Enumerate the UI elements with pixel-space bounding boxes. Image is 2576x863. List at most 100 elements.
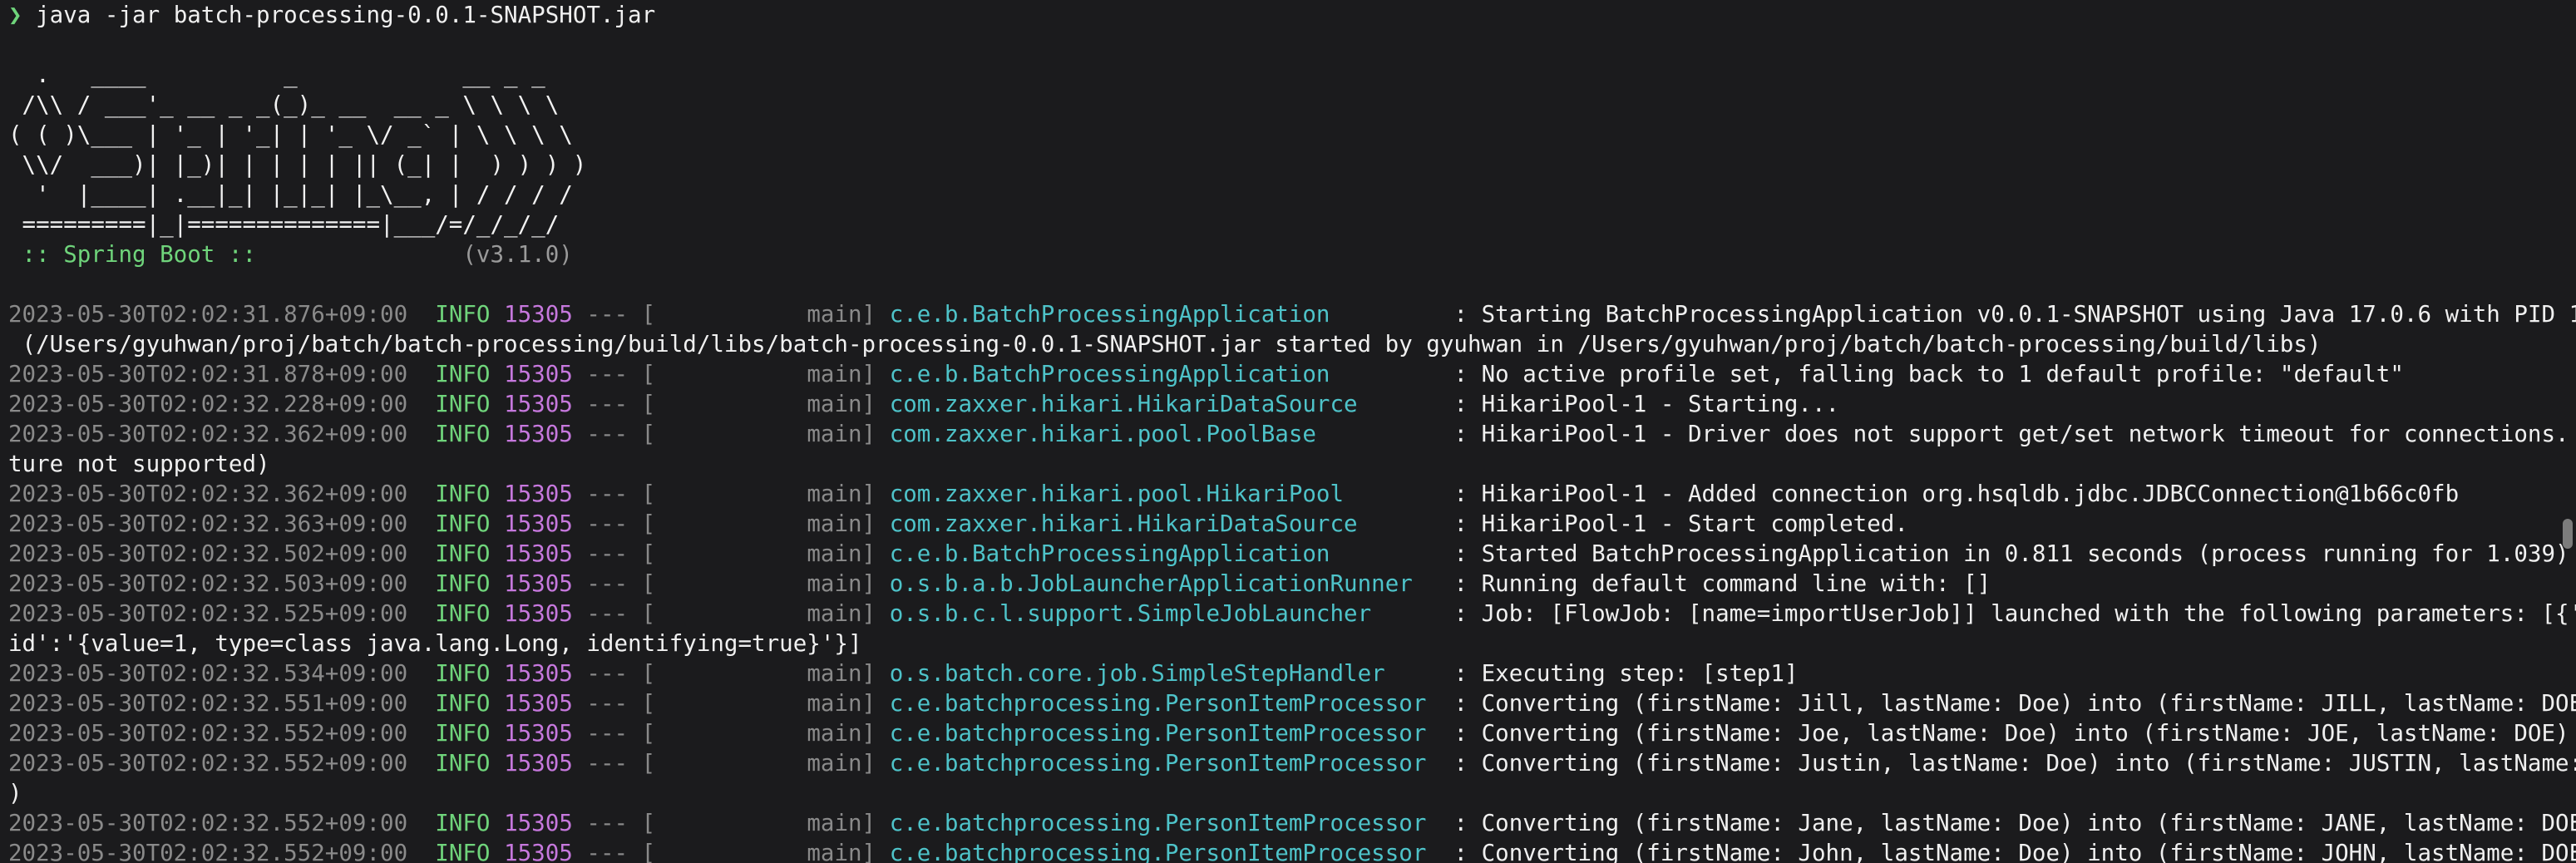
log-thread: [ main]	[641, 840, 876, 863]
log-thread: [ main]	[641, 720, 876, 747]
log-logger-name: c.e.batchprocessing.PersonItemProcessor	[889, 810, 1440, 836]
log-level: INFO	[435, 840, 491, 863]
log-level: INFO	[435, 690, 491, 717]
log-logger-name: o.s.b.c.l.support.SimpleJobLauncher	[889, 600, 1440, 627]
log-pid: 15305	[504, 840, 573, 863]
log-thread: [ main]	[641, 361, 876, 387]
banner-line: ' |____| .__|_| |_|_| |_\__, | / / / /	[8, 181, 573, 208]
log-pid: 15305	[504, 720, 573, 747]
log-line: 2023-05-30T02:02:32.363+09:00 INFO 15305…	[8, 509, 2576, 539]
log-message: )	[8, 780, 22, 806]
log-logger-name: c.e.batchprocessing.PersonItemProcessor	[889, 750, 1440, 777]
banner-line: . ____ _ __ _ _	[8, 62, 545, 88]
log-pid: 15305	[504, 810, 573, 836]
log-pid: 15305	[504, 391, 573, 417]
log-pid: 15305	[504, 540, 573, 567]
log-separator: ---	[586, 361, 629, 387]
log-thread: [ main]	[641, 540, 876, 567]
log-line: 2023-05-30T02:02:32.228+09:00 INFO 15305…	[8, 389, 2576, 419]
log-timestamp: 2023-05-30T02:02:32.362+09:00	[8, 421, 408, 447]
log-pid: 15305	[504, 570, 573, 597]
log-message: : HikariPool-1 - Driver does not support…	[1453, 421, 2576, 447]
log-separator: ---	[586, 840, 629, 863]
log-thread: [ main]	[641, 750, 876, 777]
log-continuation-line: )	[8, 778, 2576, 808]
log-level: INFO	[435, 361, 491, 387]
log-line: 2023-05-30T02:02:32.552+09:00 INFO 15305…	[8, 748, 2576, 778]
log-logger-name: com.zaxxer.hikari.HikariDataSource	[889, 391, 1440, 417]
log-timestamp: 2023-05-30T02:02:31.878+09:00	[8, 361, 408, 387]
log-separator: ---	[586, 750, 629, 777]
log-thread: [ main]	[641, 391, 876, 417]
log-message: : HikariPool-1 - Starting...	[1453, 391, 1840, 417]
log-logger-name: c.e.batchprocessing.PersonItemProcessor	[889, 840, 1440, 863]
log-message: : Converting (firstName: Justin, lastNam…	[1453, 750, 2576, 777]
log-timestamp: 2023-05-30T02:02:32.362+09:00	[8, 481, 408, 507]
log-logger-name: c.e.b.BatchProcessingApplication	[889, 361, 1440, 387]
log-thread: [ main]	[641, 301, 876, 328]
log-timestamp: 2023-05-30T02:02:32.534+09:00	[8, 660, 408, 687]
log-pid: 15305	[504, 421, 573, 447]
terminal-output: ❯ java -jar batch-processing-0.0.1-SNAPS…	[8, 0, 2576, 863]
log-logger-name: c.e.batchprocessing.PersonItemProcessor	[889, 690, 1440, 717]
log-separator: ---	[586, 510, 629, 537]
log-line: 2023-05-30T02:02:32.552+09:00 INFO 15305…	[8, 718, 2576, 748]
log-level: INFO	[435, 421, 491, 447]
log-thread: [ main]	[641, 690, 876, 717]
log-thread: [ main]	[641, 810, 876, 836]
log-message: : No active profile set, falling back to…	[1453, 361, 2404, 387]
log-line: 2023-05-30T02:02:32.362+09:00 INFO 15305…	[8, 419, 2576, 449]
log-level: INFO	[435, 540, 491, 567]
log-level: INFO	[435, 600, 491, 627]
log-message: ture not supported)	[8, 451, 270, 477]
log-message: (/Users/gyuhwan/proj/batch/batch-process…	[8, 331, 2322, 358]
log-separator: ---	[586, 421, 629, 447]
prompt-chevron-icon: ❯	[8, 2, 22, 28]
log-logger-name: o.s.batch.core.job.SimpleStepHandler	[889, 660, 1440, 687]
log-message: : Converting (firstName: Joe, lastName: …	[1453, 720, 2569, 747]
log-level: INFO	[435, 570, 491, 597]
log-level: INFO	[435, 720, 491, 747]
terminal-window[interactable]: ❯ java -jar batch-processing-0.0.1-SNAPS…	[0, 0, 2576, 863]
log-thread: [ main]	[641, 421, 876, 447]
log-logger-name: c.e.b.BatchProcessingApplication	[889, 540, 1440, 567]
log-pid: 15305	[504, 690, 573, 717]
log-thread: [ main]	[641, 600, 876, 627]
log-message: : Starting BatchProcessingApplication v0…	[1453, 301, 2576, 328]
command-line: ❯ java -jar batch-processing-0.0.1-SNAPS…	[8, 0, 2576, 30]
log-level: INFO	[435, 810, 491, 836]
log-logger-name: o.s.b.a.b.JobLauncherApplicationRunner	[889, 570, 1440, 597]
log-thread: [ main]	[641, 510, 876, 537]
log-continuation-line: id':'{value=1, type=class java.lang.Long…	[8, 629, 2576, 658]
log-timestamp: 2023-05-30T02:02:32.552+09:00	[8, 720, 408, 747]
log-level: INFO	[435, 750, 491, 777]
log-message: : Converting (firstName: John, lastName:…	[1453, 840, 2576, 863]
log-line: 2023-05-30T02:02:32.525+09:00 INFO 15305…	[8, 599, 2576, 629]
log-level: INFO	[435, 481, 491, 507]
log-line: 2023-05-30T02:02:31.876+09:00 INFO 15305…	[8, 299, 2576, 329]
log-output: 2023-05-30T02:02:31.876+09:00 INFO 15305…	[8, 299, 2576, 863]
log-message: : Converting (firstName: Jane, lastName:…	[1453, 810, 2576, 836]
log-logger-name: com.zaxxer.hikari.pool.HikariPool	[889, 481, 1440, 507]
log-message: : Converting (firstName: Jill, lastName:…	[1453, 690, 2576, 717]
spring-boot-line: :: Spring Boot :: (v3.1.0)	[8, 239, 2576, 269]
log-separator: ---	[586, 540, 629, 567]
log-line: 2023-05-30T02:02:32.534+09:00 INFO 15305…	[8, 658, 2576, 688]
log-message: : Job: [FlowJob: [name=importUserJob]] l…	[1453, 600, 2576, 627]
log-logger-name: com.zaxxer.hikari.HikariDataSource	[889, 510, 1440, 537]
log-pid: 15305	[504, 301, 573, 328]
log-logger-name: c.e.batchprocessing.PersonItemProcessor	[889, 720, 1440, 747]
log-pid: 15305	[504, 660, 573, 687]
log-timestamp: 2023-05-30T02:02:32.503+09:00	[8, 570, 408, 597]
log-logger-name: com.zaxxer.hikari.pool.PoolBase	[889, 421, 1440, 447]
log-continuation-line: (/Users/gyuhwan/proj/batch/batch-process…	[8, 329, 2576, 359]
log-pid: 15305	[504, 600, 573, 627]
log-pid: 15305	[504, 750, 573, 777]
log-thread: [ main]	[641, 570, 876, 597]
log-level: INFO	[435, 660, 491, 687]
log-separator: ---	[586, 810, 629, 836]
log-line: 2023-05-30T02:02:32.503+09:00 INFO 15305…	[8, 569, 2576, 599]
scrollbar-thumb[interactable]	[2563, 519, 2573, 549]
